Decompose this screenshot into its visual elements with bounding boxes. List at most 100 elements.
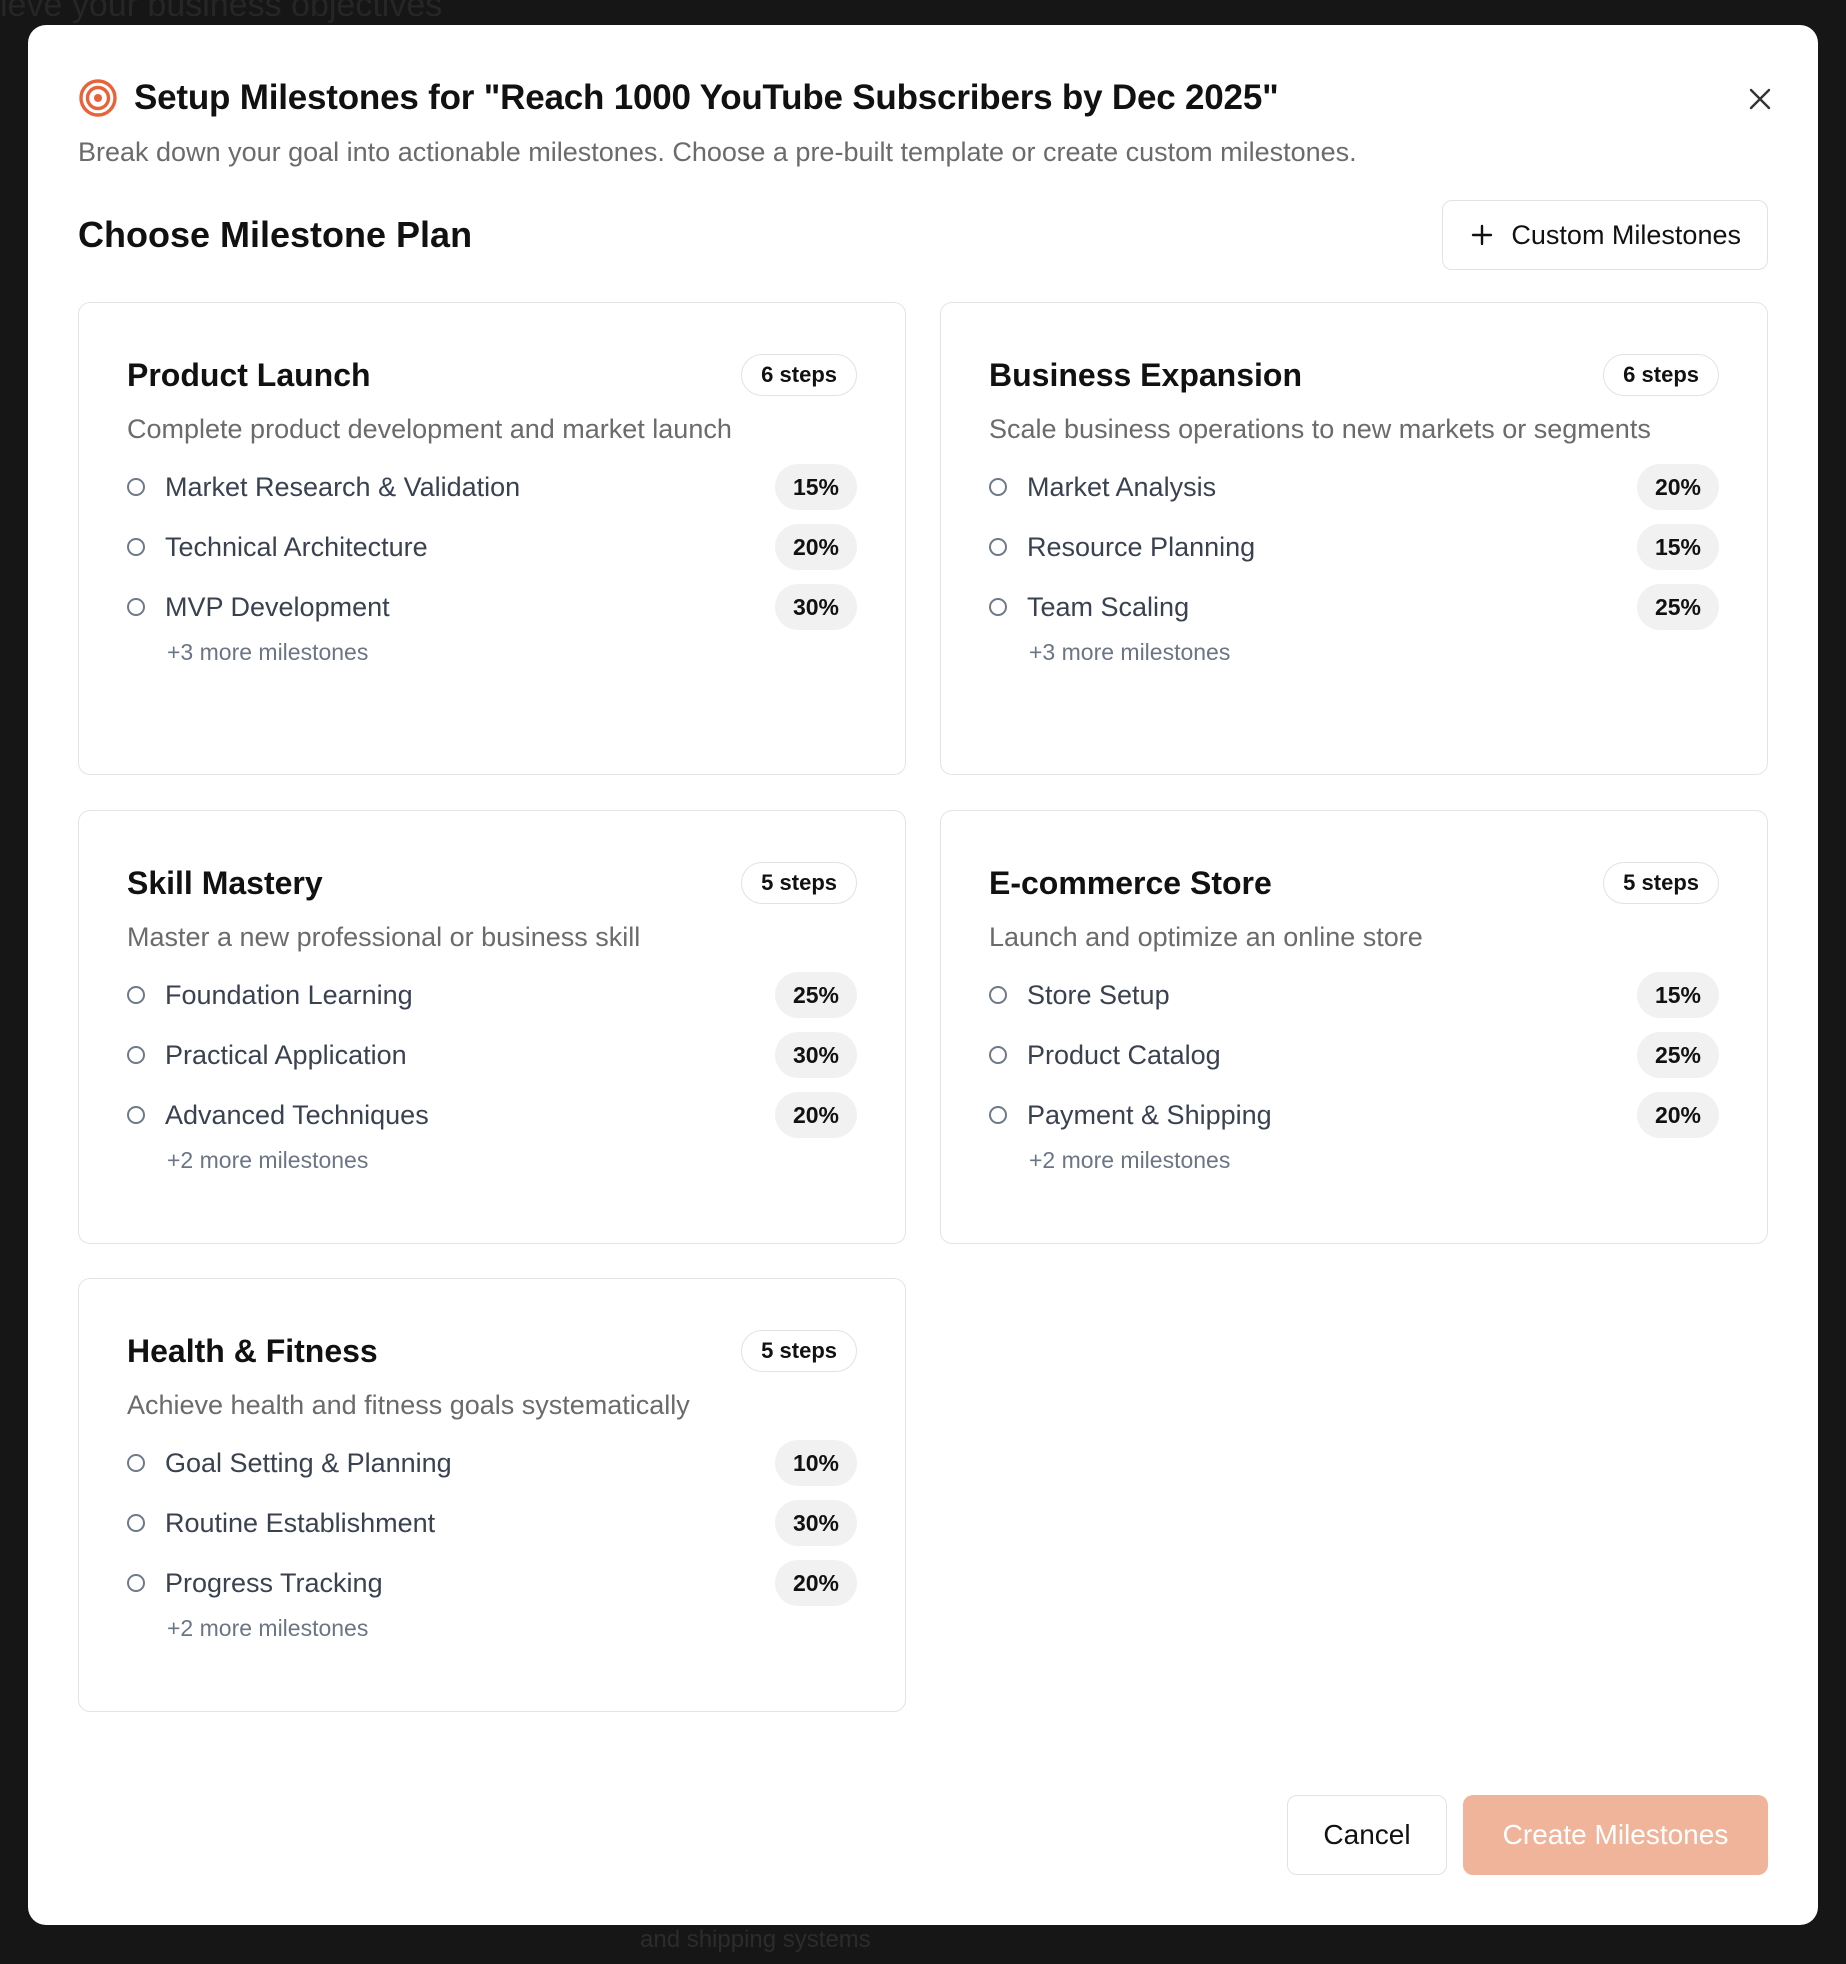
circle-icon (989, 598, 1007, 616)
percent-badge: 25% (1636, 584, 1719, 630)
percent-badge: 20% (774, 1560, 857, 1606)
steps-badge: 5 steps (1603, 862, 1719, 904)
percent-badge: 30% (774, 1500, 857, 1546)
circle-icon (989, 986, 1007, 1004)
milestone-item: Goal Setting & Planning 10% (127, 1433, 857, 1493)
plus-icon (1472, 224, 1493, 246)
milestone-label: Routine Establishment (165, 1507, 436, 1538)
percent-badge: 30% (774, 1032, 857, 1078)
percent-badge: 20% (774, 524, 857, 570)
milestone-item: Technical Architecture 20% (127, 517, 857, 577)
milestone-item: Product Catalog 25% (989, 1025, 1719, 1085)
percent-badge: 25% (774, 972, 857, 1018)
milestone-item: Practical Application 30% (127, 1025, 857, 1085)
milestone-label: MVP Development (165, 591, 390, 622)
background-text: and shipping systems (640, 1926, 871, 1953)
milestone-list: Market Analysis 20% Resource Planning 15… (989, 457, 1719, 637)
template-description: Launch and optimize an online store (989, 922, 1423, 952)
milestone-label: Advanced Techniques (165, 1099, 429, 1130)
circle-icon (127, 1514, 145, 1532)
milestone-item: Store Setup 15% (989, 965, 1719, 1025)
milestone-item: Payment & Shipping 20% (989, 1085, 1719, 1145)
milestone-label: Resource Planning (1027, 531, 1256, 562)
custom-milestones-label: Custom Milestones (1511, 219, 1741, 250)
section-title: Choose Milestone Plan (78, 214, 473, 255)
more-milestones: +3 more milestones (167, 639, 369, 665)
milestone-list: Store Setup 15% Product Catalog 25% Paym… (989, 965, 1719, 1145)
circle-icon (127, 598, 145, 616)
circle-icon (127, 1106, 145, 1124)
close-button[interactable] (1742, 81, 1778, 117)
template-description: Complete product development and market … (127, 414, 732, 444)
template-description: Scale business operations to new markets… (989, 414, 1651, 444)
dialog-subtitle: Break down your goal into actionable mil… (78, 137, 1357, 167)
template-description: Achieve health and fitness goals systema… (127, 1390, 690, 1420)
milestone-item: Progress Tracking 20% (127, 1553, 857, 1613)
template-card-skill-mastery[interactable]: Skill Mastery 5 steps Master a new profe… (78, 810, 906, 1244)
percent-badge: 15% (1636, 524, 1719, 570)
circle-icon (989, 478, 1007, 496)
dialog-title: Setup Milestones for "Reach 1000 YouTube… (134, 78, 1279, 117)
percent-badge: 15% (1636, 972, 1719, 1018)
milestone-label: Goal Setting & Planning (165, 1447, 452, 1478)
cancel-button[interactable]: Cancel (1287, 1795, 1447, 1875)
more-milestones: +3 more milestones (1029, 639, 1231, 665)
target-icon (78, 78, 118, 118)
milestone-label: Foundation Learning (165, 979, 413, 1010)
milestone-label: Team Scaling (1027, 591, 1190, 622)
circle-icon (989, 1046, 1007, 1064)
template-card-health-fitness[interactable]: Health & Fitness 5 steps Achieve health … (78, 1278, 906, 1712)
milestone-label: Progress Tracking (165, 1567, 383, 1598)
percent-badge: 20% (774, 1092, 857, 1138)
milestone-list: Goal Setting & Planning 10% Routine Esta… (127, 1433, 857, 1613)
close-icon (1749, 88, 1771, 110)
circle-icon (127, 538, 145, 556)
milestone-item: Advanced Techniques 20% (127, 1085, 857, 1145)
template-title: Product Launch (127, 356, 371, 393)
steps-badge: 6 steps (1603, 354, 1719, 396)
custom-milestones-button[interactable]: Custom Milestones (1442, 200, 1768, 270)
create-milestones-button[interactable]: Create Milestones (1463, 1795, 1768, 1875)
milestone-list: Market Research & Validation 15% Technic… (127, 457, 857, 637)
template-title: Skill Mastery (127, 864, 323, 901)
milestone-list: Foundation Learning 25% Practical Applic… (127, 965, 857, 1145)
template-card-business-expansion[interactable]: Business Expansion 6 steps Scale busines… (940, 302, 1768, 775)
percent-badge: 20% (1636, 464, 1719, 510)
more-milestones: +2 more milestones (167, 1147, 369, 1173)
circle-icon (989, 538, 1007, 556)
background-heading: ieve your business objectives (0, 0, 443, 24)
milestone-item: Market Research & Validation 15% (127, 457, 857, 517)
milestone-item: Routine Establishment 30% (127, 1493, 857, 1553)
template-card-ecommerce-store[interactable]: E-commerce Store 5 steps Launch and opti… (940, 810, 1768, 1244)
percent-badge: 30% (774, 584, 857, 630)
template-title: Business Expansion (989, 356, 1302, 393)
milestone-item: MVP Development 30% (127, 577, 857, 637)
circle-icon (127, 478, 145, 496)
circle-icon (989, 1106, 1007, 1124)
template-title: E-commerce Store (989, 864, 1272, 901)
percent-badge: 10% (774, 1440, 857, 1486)
milestone-label: Practical Application (165, 1039, 407, 1070)
template-card-product-launch[interactable]: Product Launch 6 steps Complete product … (78, 302, 906, 775)
milestone-item: Team Scaling 25% (989, 577, 1719, 637)
milestone-label: Market Research & Validation (165, 471, 521, 502)
milestone-label: Payment & Shipping (1027, 1099, 1272, 1130)
template-title: Health & Fitness (127, 1332, 378, 1369)
milestone-item: Resource Planning 15% (989, 517, 1719, 577)
milestone-label: Product Catalog (1027, 1039, 1221, 1070)
milestone-setup-dialog: Setup Milestones for "Reach 1000 YouTube… (28, 25, 1818, 1925)
steps-badge: 5 steps (741, 1330, 857, 1372)
plan-section-header: Choose Milestone Plan Custom Milestones (78, 199, 1768, 271)
dialog-footer: Cancel Create Milestones (1287, 1795, 1768, 1875)
milestone-label: Market Analysis (1027, 471, 1217, 502)
milestone-label: Technical Architecture (165, 531, 428, 562)
percent-badge: 25% (1636, 1032, 1719, 1078)
template-description: Master a new professional or business sk… (127, 922, 641, 952)
circle-icon (127, 1046, 145, 1064)
circle-icon (127, 1574, 145, 1592)
circle-icon (127, 1454, 145, 1472)
milestone-item: Market Analysis 20% (989, 457, 1719, 517)
percent-badge: 15% (774, 464, 857, 510)
more-milestones: +2 more milestones (1029, 1147, 1231, 1173)
circle-icon (127, 986, 145, 1004)
